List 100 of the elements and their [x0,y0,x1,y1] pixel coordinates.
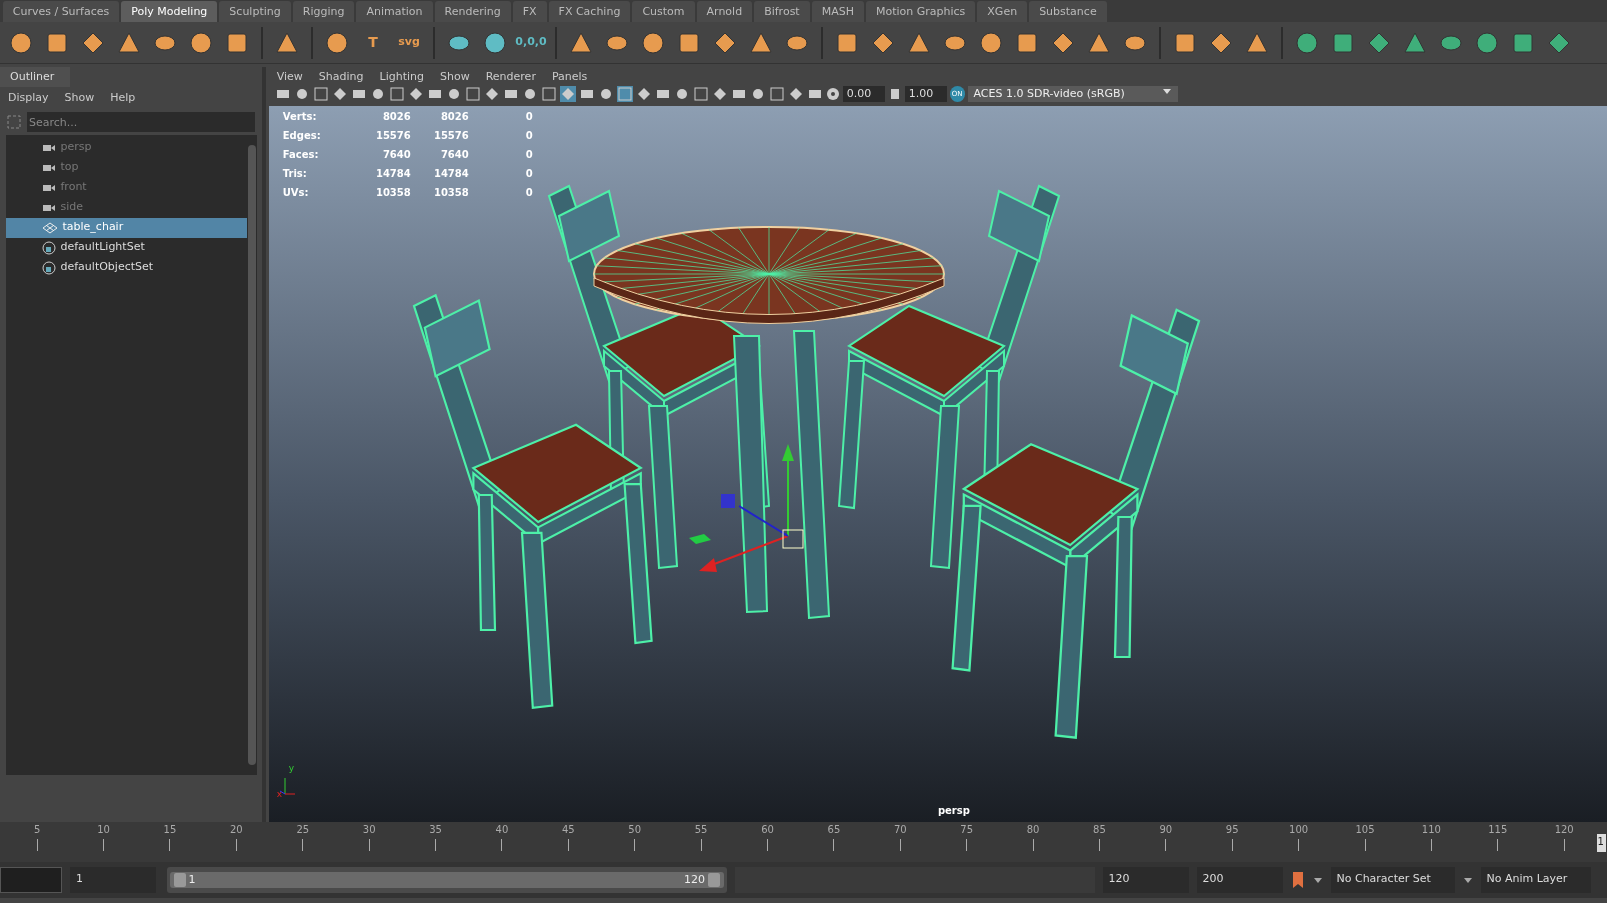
panel-tab[interactable]: Outliner [0,66,70,88]
mesh-icon [41,221,58,234]
search-field[interactable]: Search... [27,112,255,132]
outliner-item[interactable]: front [5,177,247,198]
diamond-icon [1547,30,1571,55]
stat-value: 0 [468,183,533,203]
color-space-dropdown[interactable]: ACES 1.0 SDR-video (sRGB) [967,85,1178,102]
exposure-field[interactable]: 0.00 [842,85,885,102]
stat-value: 10358 [374,185,411,200]
stat-value: 7640 [381,147,411,162]
axis-label: x [276,788,283,802]
outliner-item[interactable]: top [5,157,247,178]
menu-item[interactable]: Help [102,90,144,107]
viewport-tool-button[interactable] [464,85,481,102]
stat-value: 0 [468,126,533,146]
range-fill[interactable]: 1 120 [169,871,724,888]
scrollbar[interactable] [246,134,257,775]
diamond-icon [1051,30,1075,55]
range-slider[interactable]: 1 120 [166,866,727,893]
shelf-tab[interactable]: Custom [632,1,695,22]
cone-icon [1245,30,1269,55]
current-frame-field[interactable]: 1 [1597,833,1607,852]
menu-item[interactable]: Show [432,68,478,85]
aperture-icon[interactable] [825,86,840,101]
cube-icon [1331,30,1355,55]
cube-icon [1015,30,1039,55]
viewport-tool-button[interactable] [559,85,576,102]
stat-label: Verts: [282,109,318,124]
timeline[interactable]: 5 10 15 20 25 30 35 40 45 50 55 60 65 70 75 80 85 90 95 100 105 110 115 120 1 [0,821,1607,862]
outliner-item[interactable]: table_chair [5,217,247,238]
shelf-tab[interactable]: Bifrost [754,1,810,22]
diamond-icon [1209,30,1233,55]
viewport-tool-button[interactable] [388,85,405,102]
shelf-tab[interactable]: Arnold [696,1,753,22]
frame-number: 35 [429,822,442,837]
character-set-dropdown[interactable]: No Character Set [1330,866,1455,893]
diamond-icon [871,30,895,55]
cube-icon [225,30,249,55]
frame-field[interactable] [0,866,62,893]
viewport-tool-button[interactable] [540,85,557,102]
frame-icon [616,85,633,102]
frame-number: 120 [1554,822,1574,837]
range-handle[interactable] [173,872,186,887]
viewport-tool-button[interactable] [616,85,633,102]
shelf-button[interactable]: svg [394,26,424,59]
cone-icon [117,30,141,55]
shelf-tab[interactable]: Animation [356,1,433,22]
shelf-tab[interactable]: Poly Modeling [121,1,218,22]
frame-number: 40 [495,822,509,837]
shelf-tab[interactable]: Substance [1029,1,1107,22]
shelf-tab[interactable]: Rendering [434,1,511,22]
outliner-item[interactable]: defaultObjectSet [5,257,247,278]
menu-item[interactable]: Lighting [371,68,432,85]
shelf-tab[interactable]: FX [512,1,547,22]
outliner-item[interactable]: defaultLightSet [5,237,247,258]
shelf-tab[interactable]: Rigging [292,1,355,22]
viewport-tool-button[interactable] [312,85,329,102]
move-manipulator-icon[interactable] [688,443,804,572]
frame-number: 50 [628,822,642,837]
gamma-field[interactable]: 1.00 [904,85,947,102]
stat-value: 14784 [410,164,469,184]
cone-icon [749,30,773,55]
menu-item[interactable]: Panels [543,68,596,85]
menu-item[interactable]: Display [0,90,57,107]
shelf-tab[interactable]: Motion Graphics [865,1,976,22]
frame-number: 115 [1488,822,1508,837]
stat-label: Faces: [282,147,320,162]
bookmark-icon[interactable] [1290,870,1305,889]
viewport-tool-button[interactable] [692,85,709,102]
outliner-item[interactable]: side [5,197,247,218]
cone-icon [1087,30,1111,55]
frame-number: 20 [230,822,243,837]
menu-item[interactable]: View [268,68,311,85]
shelf-tab[interactable]: MASH [811,1,864,22]
range-end: 120 [684,871,705,888]
frame-number: 5 [34,822,41,837]
frame-number: 65 [827,822,841,837]
menu-item[interactable]: Show [56,90,103,107]
stat-label: Edges: [282,128,322,143]
sphere-icon [641,30,665,55]
anim-end-field[interactable]: 200 [1196,866,1283,893]
viewport-tool-button[interactable] [768,85,785,102]
end-frame-field[interactable]: 120 [1102,866,1189,893]
shelf-button[interactable]: T [358,26,388,59]
cone-icon [275,30,299,55]
cube-icon [45,30,69,55]
shelf-tab[interactable]: XGen [977,1,1028,22]
start-frame-field[interactable]: 1 [70,866,156,893]
shelf-tab[interactable]: Curves / Surfaces [2,1,120,22]
anim-layer-dropdown[interactable]: No Anim Layer [1480,866,1591,893]
shelf-button[interactable]: 0,0,0 [516,26,546,59]
frame-number: 110 [1421,822,1441,837]
menu-item[interactable]: Renderer [477,68,544,85]
stat-value: 0 [468,107,533,127]
outliner-item[interactable]: persp [5,137,247,158]
shelf-tab[interactable]: FX Caching [548,1,631,22]
camera-label: persp [937,803,970,818]
menu-item[interactable]: Shading [310,68,372,85]
shelf-tab[interactable]: Sculpting [219,1,291,22]
range-handle[interactable] [707,872,720,887]
